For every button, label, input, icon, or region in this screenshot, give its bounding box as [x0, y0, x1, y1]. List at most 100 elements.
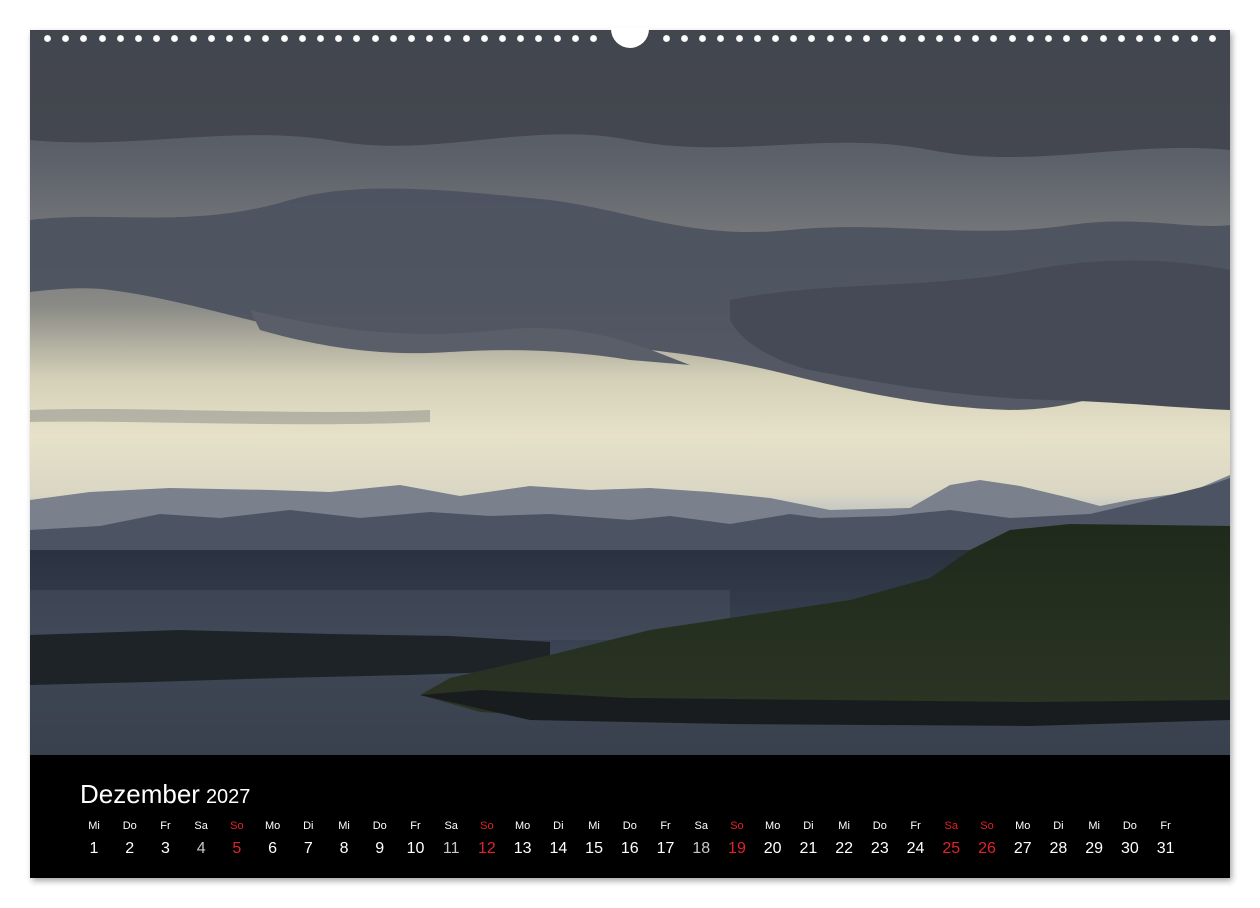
weekday-label: Mi	[1088, 820, 1100, 832]
binding-hole	[535, 35, 543, 42]
binding-hole	[681, 35, 688, 42]
day-cell: Di 28	[1040, 817, 1076, 863]
day-cell: Do 9	[362, 817, 398, 863]
binding-hole	[826, 35, 834, 42]
binding-hole	[207, 35, 215, 42]
weekday-label: Di	[303, 820, 314, 832]
binding-hole	[1190, 35, 1198, 42]
binding-hole	[935, 35, 943, 42]
binding-hole	[335, 35, 343, 42]
day-number: 25	[942, 840, 961, 857]
day-cell: Fr 24	[898, 817, 934, 863]
day-cell: So 12	[469, 817, 505, 863]
weekday-label: Do	[872, 820, 887, 832]
binding-hole	[462, 35, 470, 42]
weekday-label: Mo	[765, 820, 781, 832]
binding-hole	[244, 35, 252, 42]
weekday-label: Mi	[838, 820, 850, 832]
day-number: 28	[1049, 840, 1068, 857]
weekday-label: Fr	[910, 820, 921, 832]
day-row: Mi 1 Do 2 Fr 3 Sa 4 So 5 Mo 6 Di 7 Mi 8 Do 9 Fr 10 Sa 11 So 12 M…	[76, 817, 1206, 867]
binding-hole	[990, 35, 998, 42]
binding-hole	[444, 35, 452, 42]
binding-hole	[844, 35, 852, 42]
day-cell: Mi 8	[326, 817, 362, 863]
day-number: 5	[232, 840, 242, 857]
day-cell: Mi 22	[826, 817, 862, 863]
binding-hole	[44, 35, 51, 42]
weekday-label: Do	[372, 820, 387, 832]
day-number: 7	[303, 840, 313, 857]
day-cell: Di 7	[290, 817, 326, 863]
day-number: 11	[442, 840, 460, 857]
day-number: 13	[513, 840, 532, 857]
binding-hole	[590, 35, 597, 42]
binding-hole	[1045, 35, 1052, 42]
calendar-bar: Dezember 2027 Mi 1 Do 2 Fr 3 Sa 4 So 5 Mo 6 Di 7 Mi 8 Do 9…	[30, 755, 1230, 878]
day-number: 31	[1156, 840, 1175, 857]
binding-hole	[116, 35, 124, 42]
weekday-label: Mi	[588, 820, 600, 832]
binding-hole	[899, 35, 907, 42]
binding-hole	[717, 35, 725, 42]
day-number: 24	[906, 840, 925, 857]
weekday-label: Sa	[944, 820, 958, 832]
day-number: 19	[728, 840, 746, 857]
binding-hole	[808, 35, 816, 42]
day-cell: Mi 15	[576, 817, 612, 863]
binding-hole	[1154, 35, 1162, 42]
day-cell: Mi 1	[76, 817, 112, 863]
day-number: 16	[620, 840, 639, 857]
day-cell: Fr 31	[1148, 817, 1184, 863]
weekday-label: Fr	[1160, 820, 1171, 832]
binding-hole	[863, 35, 870, 42]
weekday-label: Sa	[194, 820, 208, 832]
binding-hole	[1099, 35, 1107, 42]
weekday-label: Di	[1053, 820, 1064, 832]
day-cell: Di 14	[540, 817, 576, 863]
day-cell: So 26	[969, 817, 1005, 863]
binding-hole	[1008, 35, 1016, 42]
binding-hole	[1063, 35, 1071, 42]
weekday-label: Do	[1122, 820, 1137, 832]
weekday-label: So	[980, 820, 994, 832]
day-number: 27	[1013, 840, 1032, 857]
day-number: 22	[835, 840, 853, 857]
binding-hole	[1026, 35, 1034, 42]
weekday-label: Mo	[1015, 820, 1031, 832]
binding-hole	[553, 35, 561, 42]
day-number: 12	[478, 840, 496, 857]
day-cell: Fr 17	[648, 817, 684, 863]
binding-hole	[881, 35, 889, 42]
day-cell: Di 21	[790, 817, 826, 863]
day-cell: Sa 4	[183, 817, 219, 863]
day-cell: Mo 27	[1005, 817, 1041, 863]
weekday-label: So	[730, 820, 744, 832]
binding-hole	[262, 35, 270, 42]
binding-hole	[1081, 35, 1089, 42]
binding-hole	[790, 35, 798, 42]
binding-hole	[371, 35, 379, 42]
binding-hole	[171, 35, 179, 42]
binding-hole	[1136, 35, 1143, 42]
binding-hole	[480, 35, 488, 42]
binding-hole	[408, 35, 415, 42]
day-cell: Sa 11	[433, 817, 469, 863]
binding-hole	[80, 35, 88, 42]
weekday-label: Mi	[338, 820, 350, 832]
weekday-label: Mo	[264, 820, 281, 832]
binding-hole	[317, 35, 324, 42]
binding-hole	[189, 35, 197, 42]
binding-hole	[226, 35, 233, 42]
weekday-label: Sa	[444, 820, 458, 832]
day-number: 21	[799, 840, 818, 857]
day-cell: Fr 10	[397, 817, 433, 863]
landscape-photo	[30, 30, 1230, 755]
weekday-label: So	[230, 820, 244, 832]
binding-hole	[62, 35, 70, 42]
day-number: 9	[375, 840, 385, 857]
weekday-label: Fr	[160, 820, 171, 832]
binding-hole	[972, 35, 980, 42]
day-number: 6	[268, 840, 278, 857]
day-cell: Sa 18	[683, 817, 719, 863]
